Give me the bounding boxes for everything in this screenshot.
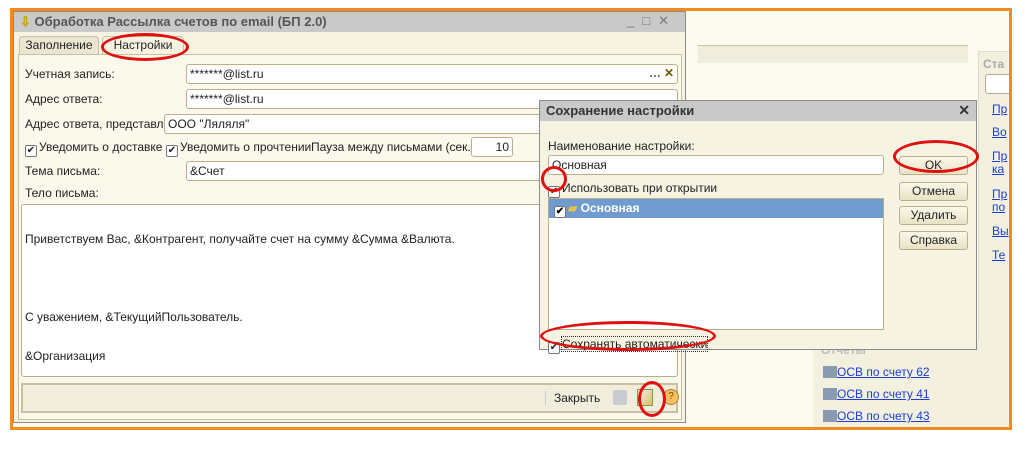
folder-icon: ▰: [568, 201, 578, 215]
main-titlebar: ⇩ Обработка Рассылка счетов по email (БП…: [14, 12, 685, 32]
right-link[interactable]: Пр: [992, 187, 1007, 201]
right-panel-input[interactable]: [985, 74, 1009, 94]
cancel-button[interactable]: Отмена: [899, 182, 968, 201]
right-link[interactable]: Те: [992, 248, 1005, 262]
checkbox-checked-icon[interactable]: ✔: [166, 145, 178, 157]
screenshot-frame: Ста Пр Во Пр ка Пр по Вы Те Отчеты ОСВ п…: [10, 8, 1012, 430]
subject-label: Тема письма:: [25, 164, 101, 178]
right-link[interactable]: Во: [992, 125, 1007, 139]
account-label: Учетная запись:: [25, 67, 115, 81]
right-panel: Ста Пр Во Пр ка Пр по Вы Те: [978, 51, 1009, 351]
use-on-open-label: Использовать при открытии: [562, 181, 718, 195]
right-link[interactable]: Пр: [992, 149, 1007, 163]
background-toolbar-strip: [698, 45, 968, 63]
report-link[interactable]: ОСВ по счету 43: [837, 409, 930, 423]
notify-read-checkbox[interactable]: ✔ Уведомить о прочтении: [166, 140, 311, 157]
report-icon: [823, 366, 837, 378]
settings-list-item[interactable]: ✔ ▰ Основная: [549, 199, 883, 218]
app-icon: ⇩: [20, 14, 31, 29]
right-link[interactable]: по: [992, 200, 1005, 214]
report-item[interactable]: ОСВ по счету 62: [823, 365, 930, 379]
checkbox-checked-icon[interactable]: ✔: [25, 145, 37, 157]
reports-section: Отчеты ОСВ по счету 62 ОСВ по счету 41 О…: [813, 341, 1009, 427]
report-link[interactable]: ОСВ по счету 41: [837, 387, 930, 401]
tab-settings[interactable]: Настройки: [102, 36, 184, 55]
notify-delivery-checkbox[interactable]: ✔ Уведомить о доставке: [25, 140, 162, 157]
minimize-icon[interactable]: _: [627, 13, 642, 28]
account-value: *******@list.ru: [190, 67, 264, 81]
dialog-title: Сохранение настройки: [546, 103, 695, 118]
delete-button[interactable]: Удалить: [899, 206, 968, 225]
tab-fill[interactable]: Заполнение: [19, 36, 99, 55]
right-link[interactable]: Пр: [992, 102, 1007, 116]
setting-name-input[interactable]: Основная: [548, 155, 884, 175]
account-input[interactable]: *******@list.ru … ✕: [186, 64, 678, 84]
report-item[interactable]: ОСВ по счету 41: [823, 387, 930, 401]
dialog-titlebar: Сохранение настройки ✕: [540, 101, 976, 121]
setting-name-label: Наименование настройки:: [548, 139, 695, 153]
help-button[interactable]: Справка: [899, 231, 968, 250]
close-icon[interactable]: ✕: [958, 102, 970, 119]
checkbox-checked-icon[interactable]: ✔: [548, 342, 560, 354]
right-panel-header: Ста: [983, 57, 1005, 71]
help-icon[interactable]: ?: [663, 389, 679, 405]
restore-settings-icon[interactable]: [613, 390, 627, 405]
auto-save-checkbox[interactable]: ✔ Сохранять автоматически: [548, 336, 709, 354]
report-icon: [823, 410, 837, 422]
checkbox-checked-icon[interactable]: ✔: [548, 186, 560, 198]
window-title: Обработка Рассылка счетов по email (БП 2…: [34, 14, 327, 29]
settings-list: ✔ ▰ Основная: [548, 198, 884, 330]
right-link[interactable]: Вы: [992, 224, 1009, 238]
report-link[interactable]: ОСВ по счету 62: [837, 365, 930, 379]
ok-button[interactable]: OK: [899, 156, 968, 175]
form-footer-bar: Закрыть ?: [21, 383, 679, 413]
close-icon[interactable]: ✕: [658, 13, 677, 28]
notify-delivery-label: Уведомить о доставке: [39, 140, 163, 154]
maximize-icon[interactable]: □: [642, 13, 658, 28]
notify-read-label: Уведомить о прочтении: [180, 140, 312, 154]
auto-save-label: Сохранять автоматически: [560, 336, 709, 352]
window-controls: _□✕: [627, 13, 677, 29]
clear-icon[interactable]: ✕: [664, 66, 674, 80]
close-button[interactable]: Закрыть: [545, 391, 600, 405]
report-item[interactable]: ОСВ по счету 43: [823, 409, 930, 423]
save-settings-dialog: Сохранение настройки ✕ Наименование настр…: [539, 100, 977, 354]
use-on-open-checkbox[interactable]: ✔ Использовать при открытии: [548, 181, 717, 198]
pause-label: Пауза между письмами (сек.):: [311, 140, 479, 154]
right-link[interactable]: ка: [992, 162, 1004, 176]
select-button[interactable]: …: [649, 66, 661, 80]
save-settings-icon[interactable]: [637, 389, 653, 406]
reply-label: Адрес ответа:: [25, 92, 103, 106]
report-icon: [823, 388, 837, 400]
checkbox-checked-icon[interactable]: ✔: [554, 206, 566, 218]
pause-input[interactable]: 10: [471, 137, 513, 157]
body-label: Тело письма:: [25, 186, 99, 200]
list-item-label: Основная: [580, 201, 640, 215]
